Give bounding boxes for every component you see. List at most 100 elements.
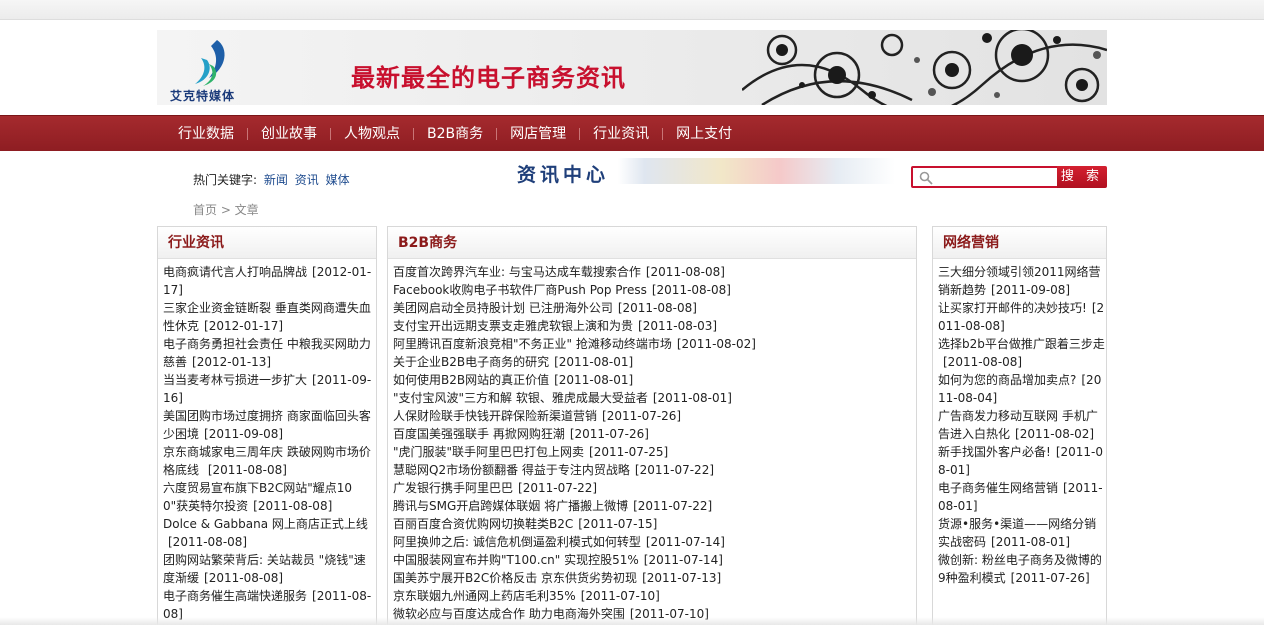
article-date: [2011-08-01] — [554, 373, 634, 387]
search-button[interactable]: 搜 索 — [1057, 166, 1107, 188]
article-link[interactable]: 当当麦考林亏损进一步扩大 — [163, 373, 307, 387]
article-link[interactable]: 国美苏宁展开B2C价格反击 京东供货劣势初现 — [393, 571, 637, 585]
main-nav: 行业数据 创业故事 人物观点 B2B商务 网店管理 行业资讯 网上支付 — [0, 115, 1264, 151]
article-link[interactable]: 人保财险联手快钱开辟保险新渠道营销 — [393, 409, 597, 423]
article-date: [2011-08-02] — [676, 337, 756, 351]
nav-separator — [413, 128, 414, 140]
article-date: [2011-07-10] — [580, 589, 660, 603]
nav-item-industry-news[interactable]: 行业资讯 — [580, 116, 662, 152]
article-link[interactable]: 如何使用B2B网站的真正价值 — [393, 373, 549, 387]
article-link[interactable]: 支付宝开出远期支票支走雅虎软银上演和为贵 — [393, 319, 633, 333]
article-list: 百度首次跨界汽车业: 与宝马达成车载搜索合作 [2011-08-08] Facebo… — [388, 259, 916, 623]
article-link[interactable]: "支付宝风波"三方和解 软银、雅虎成最大受益者 — [393, 391, 648, 405]
article-date: [2011-08-08] — [204, 571, 284, 585]
list-item: 支付宝开出远期支票支走雅虎软银上演和为贵 [2011-08-03] — [393, 317, 916, 335]
list-item: 三大细分领域引领2011网络营销新趋势 [2011-09-08] — [938, 263, 1106, 299]
bottom-edge — [0, 617, 1264, 625]
article-date: [2011-08-01] — [991, 535, 1071, 549]
article-link[interactable]: 中国服装网宣布并购"T100.cn" 实现控股51% — [393, 553, 639, 567]
list-item: 美国团购市场过度拥挤 商家面临回头客少困境 [2011-09-08] — [163, 407, 376, 443]
article-link[interactable]: 京东联姻九州通网上药店毛利35% — [393, 589, 576, 603]
article-link[interactable]: 阿里换帅之后: 诚信危机倒逼盈利模式如何转型 — [393, 535, 641, 549]
list-item: 选择b2b平台做推广跟着三步走 [2011-08-08] — [938, 335, 1106, 371]
list-item: "支付宝风波"三方和解 软银、雅虎成最大受益者 [2011-08-01] — [393, 389, 916, 407]
article-link[interactable]: 广发银行携手阿里巴巴 — [393, 481, 513, 495]
nav-separator — [579, 128, 581, 140]
search-input[interactable] — [937, 168, 1055, 186]
article-link[interactable]: 选择b2b平台做推广跟着三步走 — [938, 337, 1105, 351]
list-item: "虎门服装"联手阿里巴巴打包上网卖 [2011-07-25] — [393, 443, 916, 461]
article-date: [2011-08-01] — [554, 355, 634, 369]
info-center-title: 资讯中心 — [517, 164, 610, 186]
article-link[interactable]: 百度国美强强联手 再掀网购狂潮 — [393, 427, 565, 441]
hot-keywords: 热门关键字: 新闻 资讯 媒体 — [193, 171, 350, 188]
nav-item-b2b[interactable]: B2B商务 — [414, 116, 496, 152]
article-link[interactable]: Dolce & Gabbana 网上商店正式上线 — [163, 517, 368, 531]
article-link[interactable]: 美团网启动全员持股计划 已注册海外公司 — [393, 301, 613, 315]
article-link[interactable]: Facebook收购电子书软件厂商Push Pop Press — [393, 283, 647, 297]
article-link[interactable]: 腾讯与SMG开启跨媒体联姻 将广播搬上微博 — [393, 499, 628, 513]
header-slogan: 最新最全的电子商务资讯 — [351, 63, 626, 92]
article-link[interactable]: 百丽百度合资优购网切换鞋类B2C — [393, 517, 573, 531]
article-link[interactable]: 电子商务催生高端快递服务 — [163, 589, 307, 603]
list-item: 电子商务催生网络营销 [2011-08-01] — [938, 479, 1106, 515]
article-date: [2011-07-14] — [643, 553, 723, 567]
article-link[interactable]: 百度首次跨界汽车业: 与宝马达成车载搜索合作 — [393, 265, 641, 279]
article-date: [2011-08-08] — [617, 301, 697, 315]
list-item: 阿里换帅之后: 诚信危机倒逼盈利模式如何转型 [2011-07-14] — [393, 533, 916, 551]
hot-keyword-link[interactable]: 资讯 — [295, 173, 319, 187]
list-item: 腾讯与SMG开启跨媒体联姻 将广播搬上微博 [2011-07-22] — [393, 497, 916, 515]
nav-item-online-payment[interactable]: 网上支付 — [663, 116, 745, 152]
article-link[interactable]: 阿里腾讯百度新浪竞相"不务正业" 抢滩移动终端市场 — [393, 337, 672, 351]
article-link[interactable]: 慧聪网Q2市场份额翻番 得益于专注内贸战略 — [393, 463, 630, 477]
article-date: [2011-07-15] — [578, 517, 658, 531]
breadcrumb: 首页 > 文章 — [193, 203, 259, 217]
browser-top-strip — [0, 0, 1264, 20]
list-item: 当当麦考林亏损进一步扩大 [2011-09-16] — [163, 371, 376, 407]
article-link[interactable]: 电商疯请代言人打响品牌战 — [163, 265, 307, 279]
list-item: 电子商务勇担社会责任 中粮我买网助力慈善 [2012-01-13] — [163, 335, 376, 371]
article-link[interactable]: 让买家打开邮件的决妙技巧! — [938, 301, 1087, 315]
article-date: [2011-08-08] — [943, 355, 1023, 369]
article-date: [2011-08-08] — [645, 265, 725, 279]
list-item: 人保财险联手快钱开辟保险新渠道营销 [2011-07-26] — [393, 407, 916, 425]
nav-item-people-views[interactable]: 人物观点 — [331, 116, 413, 152]
list-item: 百度国美强强联手 再掀网购狂潮 [2011-07-26] — [393, 425, 916, 443]
hot-keywords-label: 热门关键字: — [193, 173, 258, 187]
list-item: 广发银行携手阿里巴巴 [2011-07-22] — [393, 479, 916, 497]
list-item: 三家企业资金链断裂 垂直类网商遭失血性休克 [2012-01-17] — [163, 299, 376, 335]
article-date: [2011-08-08] — [168, 535, 248, 549]
article-list: 电商疯请代言人打响品牌战 [2012-01-17] 三家企业资金链断裂 垂直类网商遭… — [158, 259, 376, 623]
hot-keyword-link[interactable]: 新闻 — [264, 173, 288, 187]
list-item: 京东商城家电三周年庆 跌破网购市场价格底线 [2011-08-08] — [163, 443, 376, 479]
panel-b2b: B2B商务 百度首次跨界汽车业: 与宝马达成车载搜索合作 [2011-08-08]… — [387, 226, 917, 625]
list-item: 阿里腾讯百度新浪竞相"不务正业" 抢滩移动终端市场 [2011-08-02] — [393, 335, 916, 353]
nav-item-shop-management[interactable]: 网店管理 — [497, 116, 579, 152]
list-item: 团购网站繁荣背后: 关站裁员 "烧钱"速度渐缓 [2011-08-08] — [163, 551, 376, 587]
article-date: [2011-07-26] — [1010, 571, 1090, 585]
list-item: Facebook收购电子书软件厂商Push Pop Press [2011-08-… — [393, 281, 916, 299]
info-center-banner: 资讯中心 — [510, 158, 895, 186]
article-link[interactable]: 关于企业B2B电子商务的研究 — [393, 355, 549, 369]
list-item: 慧聪网Q2市场份额翻番 得益于专注内贸战略 [2011-07-22] — [393, 461, 916, 479]
hot-keyword-link[interactable]: 媒体 — [326, 173, 350, 187]
article-link[interactable]: 电子商务催生网络营销 — [938, 481, 1058, 495]
article-date: [2011-07-22] — [633, 499, 713, 513]
header-banner: 艾克特媒体 最新最全的电子商务资讯 — [157, 30, 1107, 105]
logo-icon — [195, 40, 225, 86]
panel-title: 行业资讯 — [158, 227, 376, 259]
article-link[interactable]: 新手找国外客户必备! — [938, 445, 1051, 459]
article-link[interactable]: "虎门服装"联手阿里巴巴打包上网卖 — [393, 445, 584, 459]
list-item: 百丽百度合资优购网切换鞋类B2C [2011-07-15] — [393, 515, 916, 533]
nav-separator — [247, 128, 248, 140]
nav-item-industry-data[interactable]: 行业数据 — [165, 116, 247, 152]
list-item: 货源•服务•渠道——网络分销实战密码 [2011-08-01] — [938, 515, 1106, 551]
panel-online-marketing: 网络营销 三大细分领域引领2011网络营销新趋势 [2011-09-08] 让买家打… — [932, 226, 1107, 625]
nav-separator — [496, 128, 498, 140]
nav-separator — [330, 128, 331, 140]
list-item: 如何为您的商品增加卖点? [2011-08-04] — [938, 371, 1106, 407]
nav-item-startup-stories[interactable]: 创业故事 — [248, 116, 330, 152]
list-item: 微创新: 粉丝电子商务及微博的9种盈利模式 [2011-07-26] — [938, 551, 1106, 587]
article-link[interactable]: 如何为您的商品增加卖点? — [938, 373, 1076, 387]
article-date: [2012-01-17] — [204, 319, 284, 333]
